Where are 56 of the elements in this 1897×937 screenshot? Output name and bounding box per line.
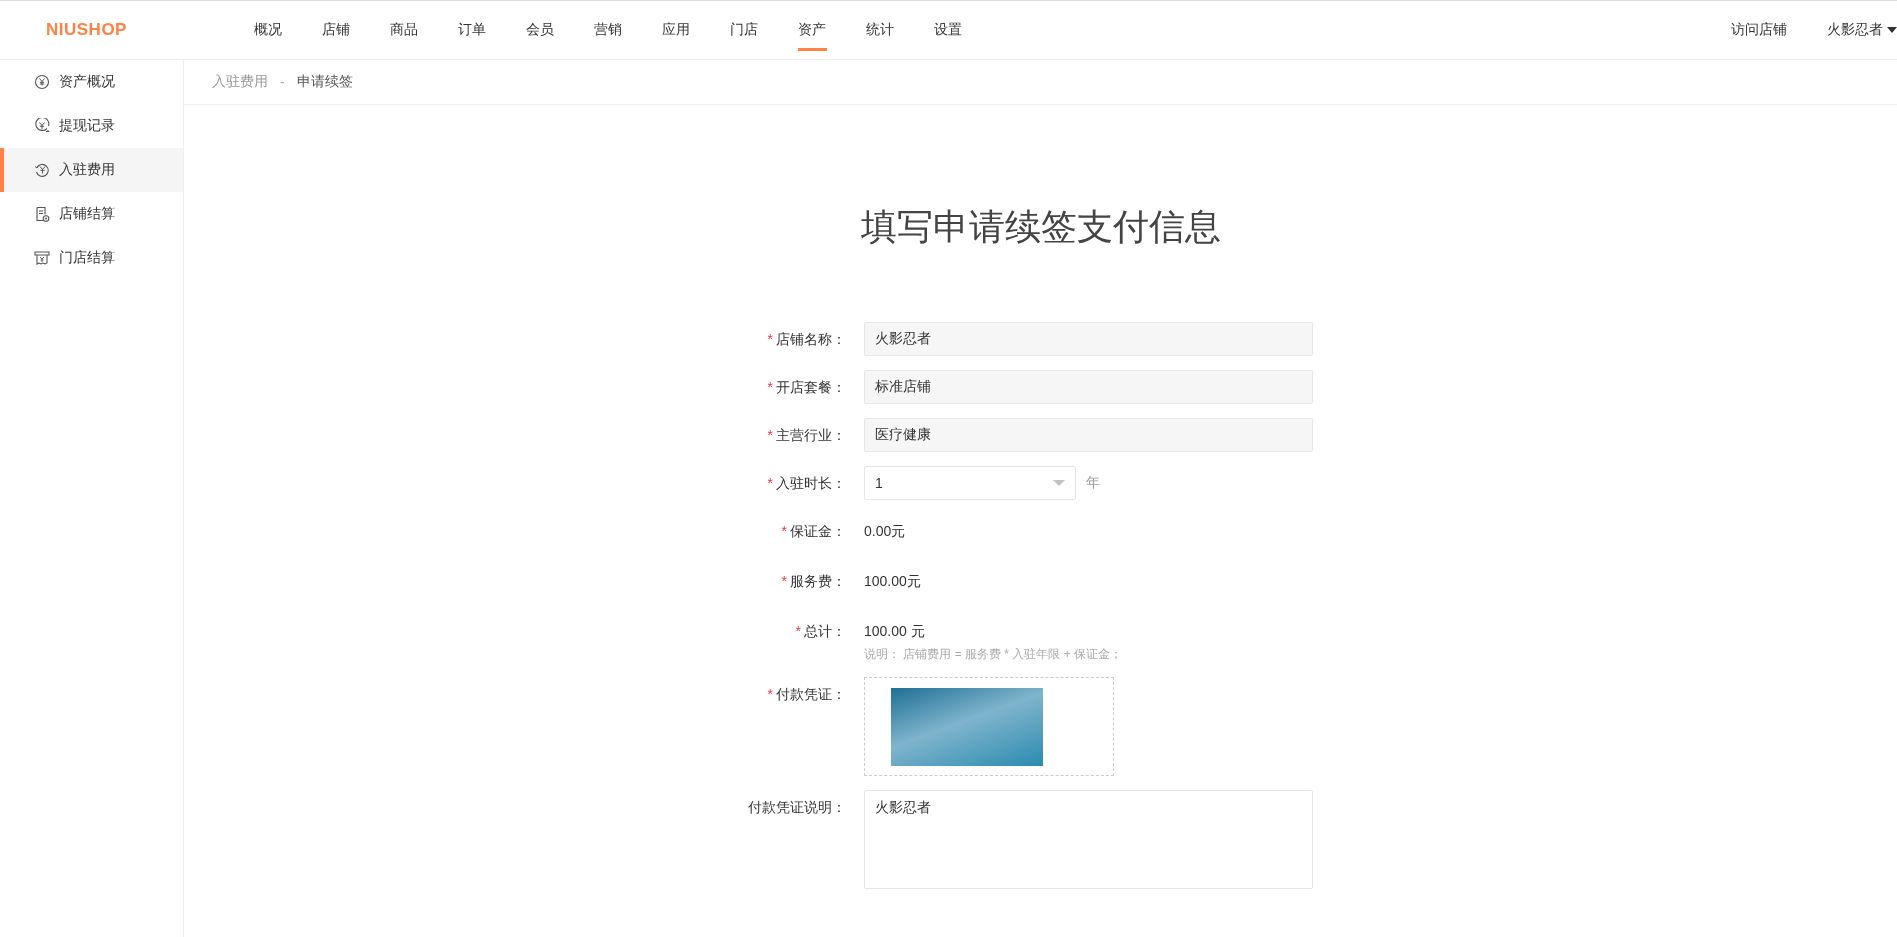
- dropdown[interactable]: 1: [864, 466, 1076, 500]
- user-menu[interactable]: 火影忍者: [1827, 21, 1897, 39]
- required-mark: *: [767, 427, 773, 443]
- value-text: 100.00元: [864, 572, 921, 591]
- required-mark: *: [767, 475, 773, 491]
- nav-tab[interactable]: 店铺: [322, 1, 390, 59]
- required-mark: *: [781, 523, 787, 539]
- nav-tab[interactable]: 订单: [458, 1, 526, 59]
- label-text: 保证金：: [790, 523, 846, 539]
- page-title: 填写申请续签支付信息: [859, 205, 1222, 249]
- nav-tab[interactable]: 资产: [798, 1, 866, 59]
- caret-icon: [1887, 27, 1897, 33]
- sidebar-item[interactable]: 入驻费用: [0, 148, 183, 192]
- sidebar-item[interactable]: 提现记录: [0, 104, 183, 148]
- value-text: 0.00元: [864, 522, 906, 541]
- text-field[interactable]: 火影忍者: [864, 322, 1313, 356]
- label-text: 入驻时长：: [776, 475, 846, 491]
- formula-note: 说明： 店铺费用 = 服务费 * 入驻年限 + 保证金；: [864, 646, 1123, 663]
- text-field[interactable]: 标准店铺: [864, 370, 1313, 404]
- sidebar-item[interactable]: 店铺结算: [0, 192, 183, 236]
- receipt-icon: [34, 250, 50, 266]
- label-text: 店铺名称：: [776, 331, 846, 347]
- nav-tab[interactable]: 应用: [662, 1, 730, 59]
- sidebar-item[interactable]: 资产概况: [0, 60, 183, 104]
- label-text: 付款凭证：: [776, 686, 846, 702]
- nav-tab[interactable]: 会员: [526, 1, 594, 59]
- text-area[interactable]: 火影忍者: [864, 790, 1313, 889]
- label-text: 总计：: [804, 623, 846, 639]
- required-mark: *: [781, 573, 787, 589]
- label-text: 服务费：: [790, 573, 846, 589]
- breadcrumb-link[interactable]: 申请续签: [296, 73, 353, 91]
- nav-tab[interactable]: 设置: [934, 1, 1002, 59]
- yen-circular-arrow-icon: [34, 162, 50, 178]
- required-mark: *: [767, 686, 773, 702]
- label-text: 开店套餐：: [776, 379, 846, 395]
- caret-icon: [1053, 480, 1065, 486]
- nav-tab[interactable]: 营销: [594, 1, 662, 59]
- label-text: 主营行业：: [776, 427, 846, 443]
- document-icon: [34, 206, 50, 222]
- yen-circle-icon: [34, 74, 50, 90]
- required-mark: *: [767, 379, 773, 395]
- sidebar-item[interactable]: 门店结算: [0, 236, 183, 280]
- text-field[interactable]: 医疗健康: [864, 418, 1313, 452]
- required-mark: *: [795, 623, 801, 639]
- value-text: 100.00 元: [864, 622, 926, 641]
- visit-store-link[interactable]: 访问店铺: [1731, 21, 1787, 39]
- nav-tab[interactable]: 商品: [390, 1, 458, 59]
- breadcrumb-separator: -: [280, 74, 285, 90]
- nav-tab[interactable]: 统计: [866, 1, 934, 59]
- required-mark: *: [767, 331, 773, 347]
- label-text: 付款凭证说明：: [748, 799, 846, 815]
- yen-arrow-icon: [34, 118, 50, 134]
- nav-tab[interactable]: 概况: [254, 1, 322, 59]
- nav-tab[interactable]: 门店: [730, 1, 798, 59]
- upload-area[interactable]: [864, 677, 1114, 776]
- unit-label: 年: [1086, 474, 1100, 492]
